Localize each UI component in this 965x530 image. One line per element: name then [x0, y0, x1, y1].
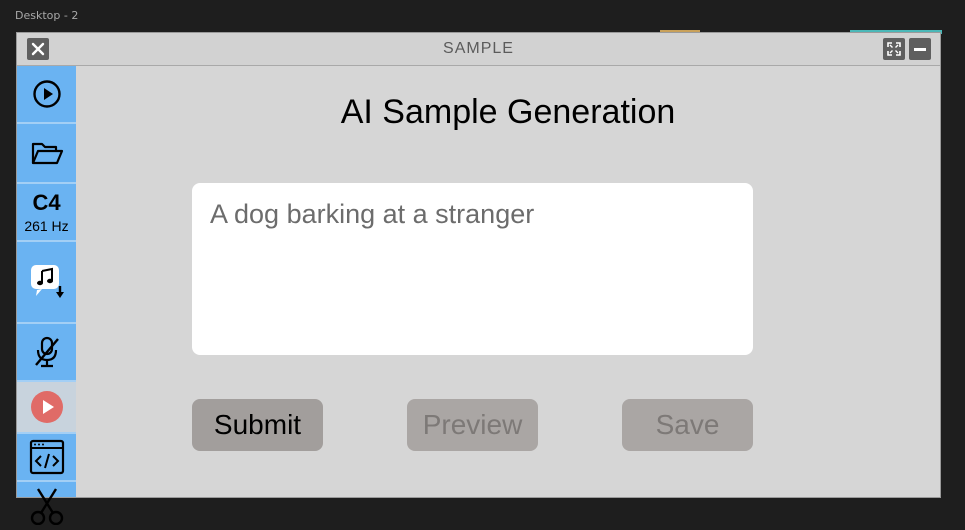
sidebar-item-open-folder[interactable] — [17, 124, 76, 184]
music-download-icon — [30, 265, 64, 298]
note-name: C4 — [32, 190, 61, 215]
submit-button[interactable]: Submit — [192, 399, 323, 451]
note-frequency: 261 Hz — [24, 218, 69, 234]
sidebar: C4 261 Hz — [17, 66, 76, 525]
fullscreen-button[interactable] — [883, 38, 905, 60]
sidebar-item-code[interactable] — [17, 434, 76, 482]
sidebar-item-cut[interactable] — [17, 482, 76, 530]
page-title: AI Sample Generation — [340, 93, 676, 131]
sidebar-item-mic-off[interactable] — [17, 324, 76, 382]
sidebar-item-record[interactable] — [17, 382, 76, 434]
titlebar: SAMPLE — [17, 33, 940, 66]
sidebar-item-download-music[interactable] — [17, 242, 76, 324]
fullscreen-icon — [887, 42, 901, 56]
sidebar-item-note[interactable]: C4 261 Hz — [17, 184, 76, 242]
play-circle-icon — [32, 80, 61, 108]
code-window-icon — [29, 439, 64, 475]
mic-off-icon — [34, 336, 59, 368]
scissors-icon — [30, 488, 63, 525]
prompt-input[interactable]: A dog barking at a stranger — [192, 183, 753, 355]
minimize-icon — [914, 48, 926, 51]
save-button[interactable]: Save — [622, 399, 753, 451]
minimize-button[interactable] — [909, 38, 931, 60]
record-play-icon — [30, 391, 63, 423]
sample-window: SAMPLE C4 261 Hz AI Sample Generation A … — [16, 32, 941, 525]
sidebar-item-play[interactable] — [17, 66, 76, 124]
preview-button[interactable]: Preview — [407, 399, 538, 451]
frame-label: Desktop - 2 — [15, 9, 79, 22]
window-title: SAMPLE — [443, 40, 514, 57]
folder-open-icon — [31, 142, 63, 165]
